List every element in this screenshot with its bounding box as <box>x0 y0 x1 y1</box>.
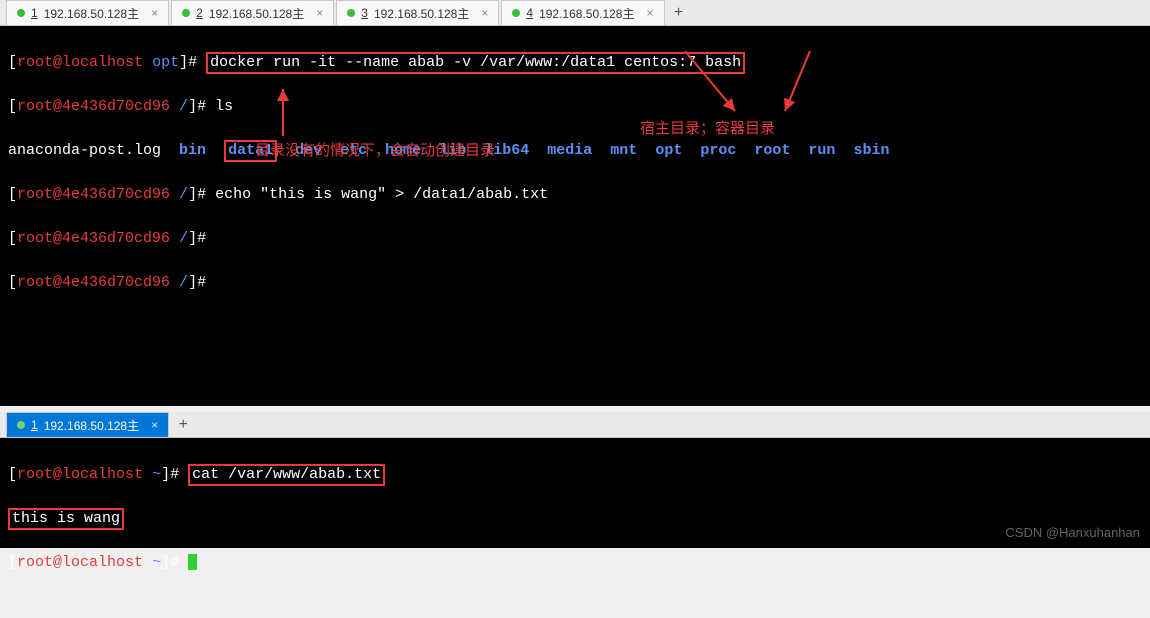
close-icon[interactable]: × <box>646 6 653 20</box>
tab-bar-top: 1 192.168.50.128主 × 2 192.168.50.128主 × … <box>0 0 1150 26</box>
tab-1[interactable]: 1 192.168.50.128主 × <box>6 0 169 25</box>
close-icon[interactable]: × <box>481 6 488 20</box>
tab-label: 192.168.50.128主 <box>44 5 139 22</box>
status-dot-icon <box>347 9 355 17</box>
highlight-command: docker run -it --name abab -v /var/www:/… <box>206 52 745 74</box>
tab-2[interactable]: 2 192.168.50.128主 × <box>171 0 334 25</box>
status-dot-icon <box>182 9 190 17</box>
terminal-top[interactable]: [root@localhost opt]# docker run -it --n… <box>0 26 1150 406</box>
terminal-line: [root@localhost opt]# docker run -it --n… <box>8 52 1142 74</box>
terminal-line: [root@4e436d70cd96 /]# ls <box>8 96 1142 118</box>
close-icon[interactable]: × <box>151 6 158 20</box>
close-icon[interactable]: × <box>316 6 323 20</box>
terminal-line: this is wang <box>8 508 1142 530</box>
terminal-line: [root@localhost ~]# cat /var/www/abab.tx… <box>8 464 1142 486</box>
highlight-command: cat /var/www/abab.txt <box>188 464 385 486</box>
tab-label: 192.168.50.128主 <box>209 5 304 22</box>
tab-3[interactable]: 3 192.168.50.128主 × <box>336 0 499 25</box>
tab-num: 2 <box>196 6 203 20</box>
arrow-icon <box>265 81 305 141</box>
tab-4[interactable]: 4 192.168.50.128主 × <box>501 0 664 25</box>
status-dot-icon <box>512 9 520 17</box>
arrow-icon <box>680 46 760 124</box>
highlight-output: this is wang <box>8 508 124 530</box>
status-dot-icon <box>17 9 25 17</box>
cursor-icon <box>188 554 197 570</box>
arrow-icon <box>775 46 835 124</box>
tab-num: 4 <box>526 6 533 20</box>
terminal-line: [root@localhost ~]# <box>8 552 1142 574</box>
highlight-data1: data1 <box>224 140 277 162</box>
terminal-line: [root@4e436d70cd96 /]# <box>8 272 1142 294</box>
tab-label: 192.168.50.128主 <box>539 5 634 22</box>
add-tab-button[interactable]: + <box>667 0 691 25</box>
terminal-line: [root@4e436d70cd96 /]# echo "this is wan… <box>8 184 1142 206</box>
terminal-line: [root@4e436d70cd96 /]# <box>8 228 1142 250</box>
tab-label: 192.168.50.128主 <box>374 5 469 22</box>
tab-num: 1 <box>31 6 38 20</box>
ls-output-line: anaconda-post.log bin data1 dev etc home… <box>8 140 1142 162</box>
terminal-bottom[interactable]: [root@localhost ~]# cat /var/www/abab.tx… <box>0 438 1150 548</box>
tab-num: 3 <box>361 6 368 20</box>
